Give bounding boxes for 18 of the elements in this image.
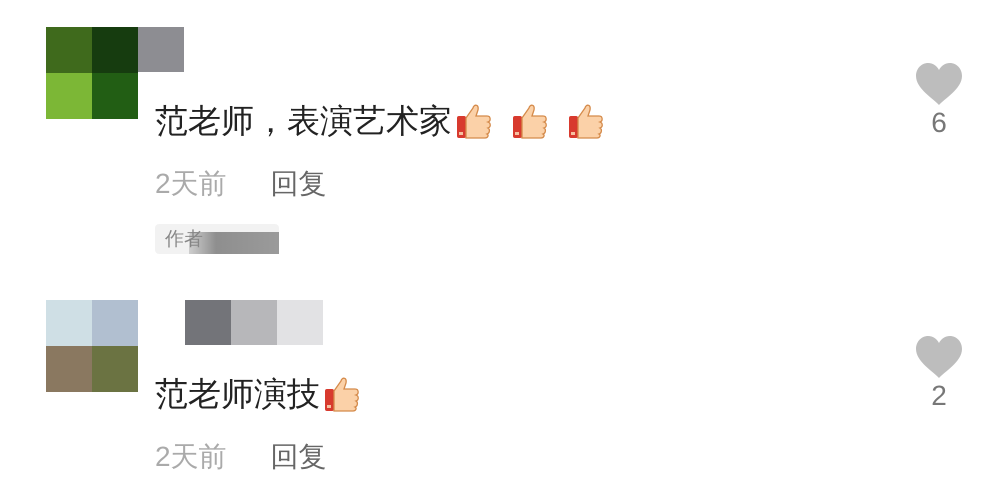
thumbs-up-icon <box>456 102 492 140</box>
comment-time: 2天前 <box>155 440 227 474</box>
thumbs-up-icon <box>512 102 548 140</box>
avatar[interactable] <box>46 300 138 392</box>
comment-time: 2天前 <box>155 167 227 201</box>
badge-text: 作者 <box>165 228 203 252</box>
comment-text: 范老师，表演艺术家 <box>155 101 452 141</box>
like-count: 6 <box>931 107 947 139</box>
heart-icon[interactable] <box>916 63 962 105</box>
reply-button[interactable]: 回复 <box>270 164 327 204</box>
like-count: 2 <box>931 380 947 412</box>
avatar[interactable] <box>46 27 138 119</box>
heart-icon[interactable] <box>916 336 962 378</box>
reply-button[interactable]: 回复 <box>270 437 327 477</box>
thumbs-up-icon <box>568 102 604 140</box>
thumbs-up-icon <box>324 375 360 413</box>
redacted-username <box>138 27 184 72</box>
comment-text: 范老师演技 <box>155 374 320 414</box>
